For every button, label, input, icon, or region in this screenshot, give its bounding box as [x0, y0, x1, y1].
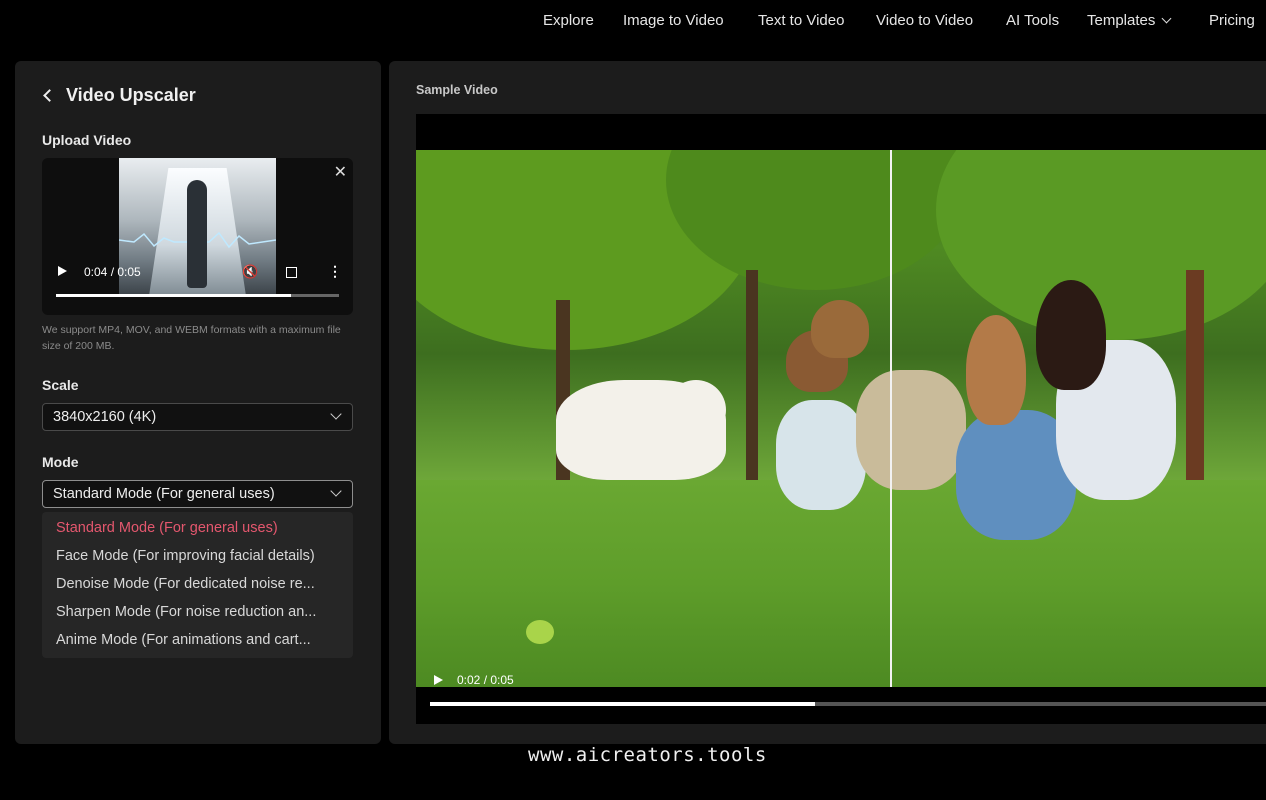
- nav-ai-tools[interactable]: AI Tools: [1006, 12, 1059, 29]
- upload-label: Upload Video: [42, 132, 132, 148]
- mode-option-denoise[interactable]: Denoise Mode (For dedicated noise re...: [56, 576, 341, 592]
- scale-label: Scale: [42, 377, 79, 393]
- top-navigation: Explore Image to Video Text to Video Vid…: [0, 0, 1266, 42]
- chevron-down-icon: [330, 408, 342, 420]
- sample-video-player[interactable]: 0:02 / 0:05: [416, 114, 1266, 724]
- mode-label: Mode: [42, 454, 79, 470]
- watermark: www.aicreators.tools: [528, 744, 767, 766]
- mode-option-sharpen[interactable]: Sharpen Mode (For noise reduction an...: [56, 604, 341, 620]
- nav-pricing[interactable]: Pricing: [1209, 12, 1255, 29]
- grass: [416, 480, 1266, 687]
- panel-title: Video Upscaler: [66, 85, 196, 105]
- video-controls: 0:04 / 0:05 🔇 ⋮: [56, 262, 342, 286]
- settings-panel: Video Upscaler Upload Video ✕ 0:04 / 0:0…: [15, 61, 381, 744]
- play-icon[interactable]: [58, 266, 67, 276]
- uploaded-video-player[interactable]: ✕ 0:04 / 0:05 🔇 ⋮: [42, 158, 353, 315]
- tree-trunk: [1186, 270, 1204, 500]
- chevron-down-icon: [330, 485, 342, 497]
- sample-progress-fill: [430, 702, 815, 706]
- father: [856, 370, 966, 490]
- sample-video-label: Sample Video: [416, 83, 498, 97]
- nav-templates-label: Templates: [1087, 12, 1156, 29]
- scale-value: 3840x2160 (4K): [53, 409, 157, 425]
- scale-select[interactable]: 3840x2160 (4K): [42, 403, 353, 431]
- ball: [526, 620, 554, 644]
- mother-hair: [1036, 280, 1106, 390]
- sample-video-time: 0:02 / 0:05: [457, 673, 514, 687]
- nav-explore[interactable]: Explore: [543, 12, 594, 29]
- nav-video-to-video[interactable]: Video to Video: [876, 12, 973, 29]
- mode-option-standard[interactable]: Standard Mode (For general uses): [56, 520, 341, 536]
- comparison-divider[interactable]: [890, 150, 892, 687]
- fullscreen-icon[interactable]: [286, 267, 297, 278]
- mode-option-face[interactable]: Face Mode (For improving facial details): [56, 548, 341, 564]
- mute-icon[interactable]: 🔇: [242, 264, 258, 280]
- close-icon[interactable]: ✕: [334, 162, 347, 182]
- more-options-icon[interactable]: ⋮: [328, 263, 342, 280]
- mode-option-anime[interactable]: Anime Mode (For animations and cart...: [56, 632, 341, 648]
- mode-dropdown: Standard Mode (For general uses) Face Mo…: [42, 512, 353, 658]
- play-icon[interactable]: [434, 675, 443, 685]
- nav-text-to-video[interactable]: Text to Video: [758, 12, 844, 29]
- back-button[interactable]: Video Upscaler: [43, 85, 196, 106]
- video-progress-bar[interactable]: [56, 294, 339, 297]
- chevron-down-icon: [1161, 13, 1172, 24]
- girl-hair: [966, 315, 1026, 425]
- dog-head: [666, 380, 726, 440]
- sample-panel: Sample Video 0:02 / 0:05: [389, 61, 1266, 744]
- boy: [776, 400, 866, 510]
- sample-progress-bar[interactable]: [430, 702, 1266, 706]
- nav-image-to-video[interactable]: Image to Video: [623, 12, 724, 29]
- chevron-left-icon: [43, 89, 56, 102]
- mode-value: Standard Mode (For general uses): [53, 486, 275, 502]
- mode-select[interactable]: Standard Mode (For general uses): [42, 480, 353, 508]
- video-time: 0:04 / 0:05: [84, 265, 141, 279]
- format-hint: We support MP4, MOV, and WEBM formats wi…: [42, 324, 341, 352]
- father-head: [811, 300, 869, 358]
- sample-video-frame: [416, 150, 1266, 687]
- nav-templates[interactable]: Templates: [1087, 12, 1172, 29]
- video-progress-fill: [56, 294, 291, 297]
- tree-trunk: [746, 270, 758, 490]
